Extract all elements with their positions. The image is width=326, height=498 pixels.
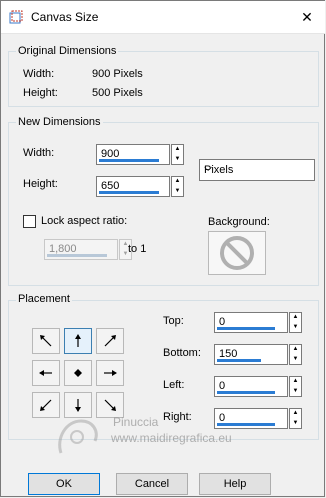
original-height-label: Height: (23, 87, 58, 99)
watermark-logo-icon (58, 419, 98, 454)
spin-up-icon[interactable]: ▲ (290, 377, 301, 386)
close-button[interactable]: ✕ (293, 3, 321, 31)
ratio-slider-bar (47, 254, 107, 257)
new-dimensions-title: New Dimensions (16, 116, 103, 128)
spin-down-icon[interactable]: ▼ (290, 387, 301, 396)
anchor-center[interactable] (64, 360, 92, 386)
window-title: Canvas Size (31, 10, 99, 24)
background-label: Background: (208, 216, 270, 228)
arrow-left-icon (39, 370, 52, 376)
watermark: Pinuccia www.maidiregrafica.eu (51, 413, 321, 463)
bottom-slider-bar (217, 359, 261, 362)
spin-up-icon[interactable]: ▲ (290, 313, 301, 322)
height-spin-arrows[interactable]: ▲ ▼ (171, 176, 184, 197)
title-bar: Canvas Size ✕ (1, 1, 325, 34)
new-width-label: Width: (23, 147, 55, 159)
left-spinbox[interactable]: 0 ▲ ▼ (214, 376, 304, 397)
height-slider-bar (99, 191, 159, 194)
lock-aspect-checkbox[interactable] (23, 215, 36, 228)
canvas-size-icon (9, 10, 23, 24)
anchor-top-right[interactable] (96, 328, 124, 354)
spin-down-icon[interactable]: ▼ (172, 187, 183, 196)
placement-title: Placement (16, 293, 72, 305)
width-spinbox[interactable]: 900 ▲ ▼ (96, 144, 186, 165)
arrow-up-right-icon (104, 335, 116, 347)
original-width-value: 900 Pixels (92, 68, 143, 80)
spin-down-icon[interactable]: ▼ (172, 155, 183, 164)
anchor-middle-right[interactable] (96, 360, 124, 386)
spin-up-icon[interactable]: ▲ (172, 145, 183, 154)
anchor-top-center[interactable] (64, 328, 92, 354)
left-spin-arrows[interactable]: ▲ ▼ (289, 376, 302, 397)
original-dimensions-title: Original Dimensions (16, 45, 119, 57)
left-label: Left: (163, 379, 185, 391)
width-spin-arrows[interactable]: ▲ ▼ (171, 144, 184, 165)
left-input[interactable]: 0 (214, 376, 288, 397)
arrow-up-icon (75, 334, 81, 347)
top-label: Top: (163, 315, 184, 327)
height-input[interactable]: 650 (96, 176, 170, 197)
aspect-ratio-input[interactable]: 1,800 (44, 239, 118, 260)
chevron-down-icon: ⌵ (204, 162, 213, 174)
left-slider-bar (217, 391, 275, 394)
arrow-right-icon (104, 370, 117, 376)
original-width-label: Width: (23, 68, 55, 80)
top-spin-arrows[interactable]: ▲ ▼ (289, 312, 302, 333)
bottom-label: Bottom: (163, 347, 201, 359)
spin-down-icon[interactable]: ▼ (290, 323, 301, 332)
no-color-icon (220, 236, 254, 270)
top-spinbox[interactable]: 0 ▲ ▼ (214, 312, 304, 333)
watermark-url: www.maidiregrafica.eu (111, 431, 232, 445)
width-slider-bar (99, 159, 159, 162)
cancel-button[interactable]: Cancel (116, 473, 188, 495)
width-input[interactable]: 900 (96, 144, 170, 165)
background-swatch[interactable] (208, 231, 266, 275)
help-button[interactable]: Help (199, 473, 271, 495)
units-select[interactable]: Pixels ⌵ (199, 159, 315, 181)
anchor-middle-left[interactable] (32, 360, 60, 386)
lock-aspect-label: Lock aspect ratio: (41, 215, 128, 227)
canvas-size-dialog: Canvas Size ✕ Original Dimensions Width:… (0, 0, 325, 497)
bottom-spinbox[interactable]: 150 ▲ ▼ (214, 344, 304, 365)
close-icon: ✕ (301, 9, 313, 25)
ratio-suffix: to 1 (128, 243, 147, 255)
height-spinbox[interactable]: 650 ▲ ▼ (96, 176, 186, 197)
top-slider-bar (217, 327, 275, 330)
anchor-top-left[interactable] (32, 328, 60, 354)
bottom-spin-arrows[interactable]: ▲ ▼ (289, 344, 302, 365)
new-height-label: Height: (23, 178, 58, 190)
top-input[interactable]: 0 (214, 312, 288, 333)
watermark-name: Pinuccia (113, 415, 159, 429)
bottom-input[interactable]: 150 (214, 344, 288, 365)
aspect-ratio-spinbox[interactable]: 1,800 ▲ ▼ (44, 239, 134, 260)
spin-down-icon[interactable]: ▼ (290, 355, 301, 364)
spin-up-icon[interactable]: ▲ (172, 177, 183, 186)
original-height-value: 500 Pixels (92, 87, 143, 99)
spin-up-icon[interactable]: ▲ (290, 345, 301, 354)
ok-button[interactable]: OK (28, 473, 100, 495)
arrow-up-left-icon (40, 335, 52, 347)
diamond-icon (74, 369, 82, 377)
